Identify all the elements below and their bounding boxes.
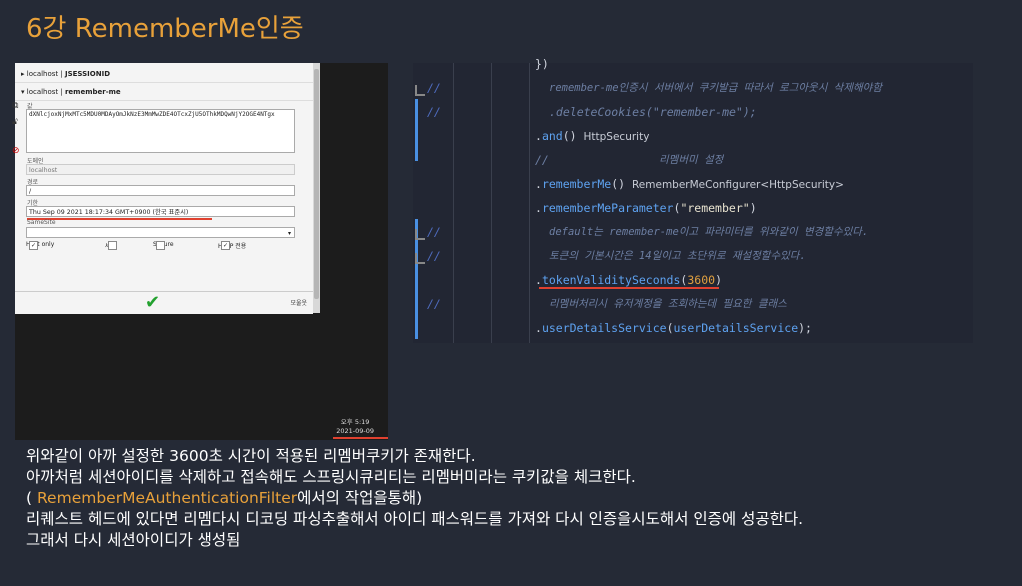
session-checkbox[interactable]: [108, 241, 117, 250]
code-dot: .: [535, 177, 542, 191]
code-paren: );: [798, 321, 812, 335]
expires-field[interactable]: Thu Sep 09 2021 18:17:34 GMT+0900 (한국 표준…: [26, 206, 295, 217]
path-field[interactable]: /: [26, 185, 295, 196]
cookie-name: JSESSIONID: [64, 70, 111, 78]
code-paren: ): [749, 201, 757, 215]
code-line-parameter: .rememberMeParameter("remember"): [535, 201, 757, 215]
checkmark-icon[interactable]: ✔: [145, 292, 160, 314]
description-line-5: 그래서 다시 세션아이디가 생성됨: [26, 531, 241, 549]
code-comment-slash: //: [427, 249, 441, 263]
chevron-down-icon: ▾: [287, 230, 291, 237]
code-line-userdetails: .userDetailsService(userDetailsService);: [535, 321, 812, 335]
code-method: tokenValiditySeconds: [541, 273, 681, 287]
code-paren: (: [666, 321, 674, 335]
code-line-and: .and() HttpSecurity: [535, 129, 649, 143]
clock-date: 2021-09-09: [336, 427, 374, 435]
description-rest: 에서의 작업을통해): [297, 489, 423, 507]
export-button[interactable]: 모울웃: [290, 298, 307, 307]
code-line-rememberme: .rememberMe() RememberMeConfigurer<HttpS…: [535, 177, 844, 191]
code-dot: .: [535, 129, 542, 143]
code-method: rememberMe: [541, 177, 612, 191]
hostonly-checkbox[interactable]: ✓: [29, 241, 38, 250]
cookie-row-remember-me[interactable]: ▾ localhost | remember-me: [15, 83, 313, 101]
code-argument: userDetailsService: [673, 321, 799, 335]
code-comment: remember-me인증시 서버에서 쿠키발급 따라서 로그아웃시 삭제해야함: [549, 82, 882, 94]
lock-icon[interactable]: 🔓︎: [12, 117, 18, 127]
code-method: userDetailsService: [541, 321, 667, 335]
cookie-separator: |: [58, 88, 65, 96]
samesite-label: SameSite: [27, 219, 56, 226]
samesite-select[interactable]: ▾: [26, 227, 295, 238]
code-comment-slash: //: [427, 225, 441, 239]
code-method: and: [541, 129, 563, 143]
code-comment-slash: //: [535, 153, 549, 167]
gutter-change-marker: [415, 99, 418, 161]
cookie-host: localhost: [26, 70, 59, 78]
fold-icon[interactable]: [415, 229, 425, 240]
cookie-editor-panel: ▸ localhost | JSESSIONID ▾ localhost | r…: [12, 63, 313, 314]
description-line-4: 리퀘스트 헤드에 있다면 리멤다시 디코딩 파싱추출해서 아이디 패스워드를 가…: [26, 510, 804, 528]
clock-time: 오후 5:19: [340, 418, 370, 426]
code-number: 3600: [687, 273, 716, 287]
code-dot: .: [535, 201, 542, 215]
taskbar-clock: 오후 5:19 2021-09-09: [336, 418, 374, 436]
code-dot: .: [535, 321, 542, 335]
code-comment-slash: //: [427, 81, 441, 95]
description-line-3: ( RememberMeAuthenticationFilter에서의 작업을통…: [26, 486, 422, 508]
fold-icon[interactable]: [415, 85, 425, 96]
code-dot: .: [535, 273, 542, 287]
cookie-value-field[interactable]: dXNlcjoxNjMxMTc5MDU0MDAyOmJkNzE3MmMwZDE4…: [26, 109, 295, 153]
token-underline: [539, 287, 719, 289]
code-comment-slash: //: [427, 105, 441, 119]
description-line-1: 위와같이 아까 설정한 3600초 시간이 적용된 리멤버쿠키가 존재한다.: [26, 447, 476, 465]
cookie-host: localhost: [26, 88, 59, 96]
cookie-separator: |: [58, 70, 65, 78]
type-hint: RememberMeConfigurer<HttpSecurity>: [631, 179, 844, 191]
panel-footer: ✔ 모울웃: [15, 291, 313, 314]
block-icon[interactable]: ⊘: [12, 146, 20, 156]
code-comment: .deleteCookies("remember-me");: [549, 105, 757, 119]
fold-icon[interactable]: [415, 253, 425, 264]
filter-class-name: RememberMeAuthenticationFilter: [36, 489, 298, 507]
code-line-token-validity: .tokenValiditySeconds(3600): [535, 273, 722, 287]
code-paren: (): [611, 177, 626, 191]
paren-open: (: [26, 489, 37, 507]
code-brace: }): [535, 57, 549, 71]
secure-checkbox[interactable]: [156, 241, 165, 250]
code-paren: (): [562, 129, 577, 143]
code-comment: 토큰의 기본시간은 14일이고 초단위로 재설정할수있다.: [549, 250, 806, 262]
code-comment: 리멤버미 설정: [659, 154, 724, 166]
description-line-2: 아까처럼 세션아이디를 삭제하고 접속해도 스프링시큐리티는 리멤버미라는 쿠키…: [26, 468, 636, 486]
page-title: 6강 RememberMe인증: [26, 14, 304, 44]
date-underline: [333, 437, 388, 439]
copy-icon[interactable]: ⧉: [12, 101, 18, 111]
code-editor: }) // remember-me인증시 서버에서 쿠키발급 따라서 로그아웃시…: [413, 57, 973, 343]
code-comment: default는 remember-me이고 파라미터를 위와같이 변경할수있다…: [549, 226, 869, 238]
cookie-screenshot: ▸ localhost | JSESSIONID ▾ localhost | r…: [12, 63, 388, 440]
code-comment: 리멤버처리시 유저계정을 조회하는데 필요한 클래스: [549, 298, 787, 310]
cookie-row-jsessionid[interactable]: ▸ localhost | JSESSIONID: [15, 65, 313, 83]
httponly-checkbox[interactable]: ✓: [221, 241, 230, 250]
code-method: rememberMeParameter: [541, 201, 674, 215]
domain-field[interactable]: localhost: [26, 164, 295, 175]
type-hint: HttpSecurity: [583, 131, 650, 143]
code-string: "remember": [680, 201, 750, 215]
panel-scrollbar[interactable]: [313, 63, 320, 313]
code-paren: ): [715, 273, 722, 287]
cookie-name: remember-me: [64, 88, 121, 96]
code-comment-slash: //: [427, 297, 441, 311]
